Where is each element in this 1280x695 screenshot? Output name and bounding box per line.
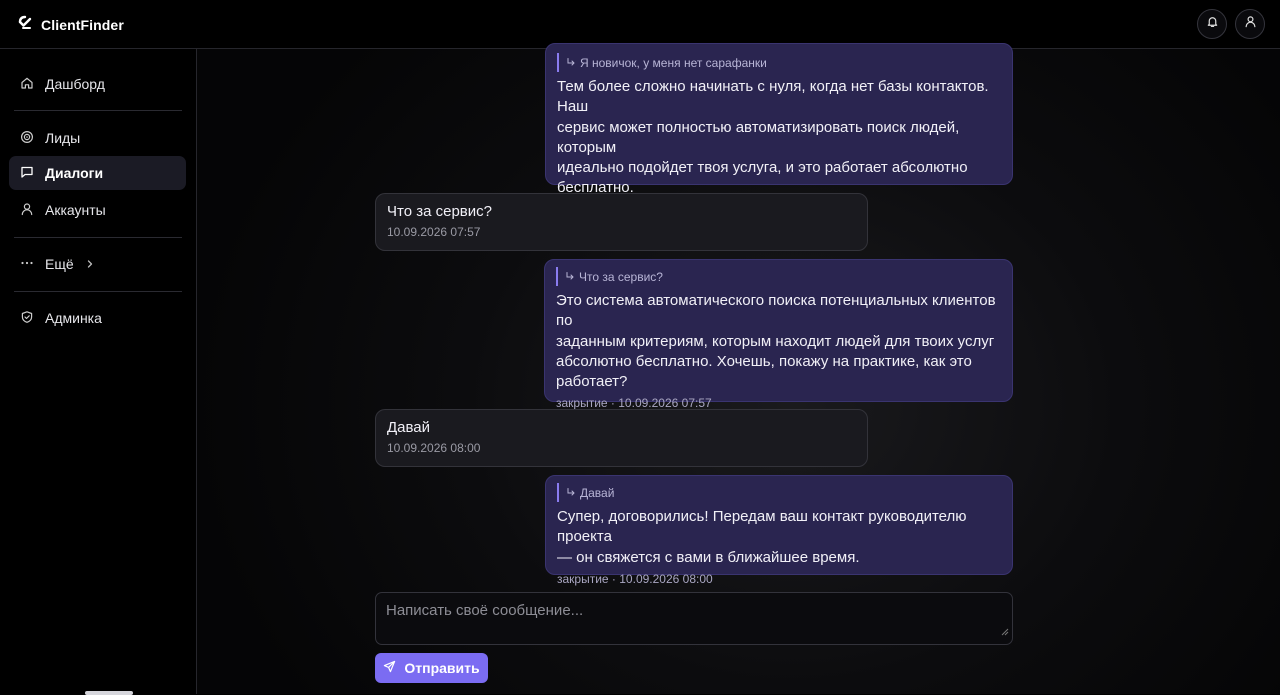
sidebar-item-dialogs[interactable]: Диалоги <box>9 156 186 190</box>
sidebar-item-label: Ещё <box>45 256 74 272</box>
reply-quote: Что за сервис? <box>556 267 1001 286</box>
sidebar-item-more[interactable]: Ещё <box>9 247 186 281</box>
more-icon <box>20 256 34 273</box>
message-outgoing: Я новичок, у меня нет сарафанки Тем боле… <box>545 43 1013 217</box>
message-text: Давай <box>387 419 431 436</box>
resize-grip-icon[interactable] <box>1001 623 1009 641</box>
message-text: Что за сервис? <box>387 203 492 220</box>
chat-icon <box>20 165 34 182</box>
send-label: Отправить <box>404 660 480 676</box>
brand[interactable]: ClientFinder <box>17 14 124 35</box>
notifications-button[interactable] <box>1197 9 1227 39</box>
chevron-right-icon <box>85 256 95 272</box>
send-button[interactable]: Отправить <box>375 653 488 683</box>
reply-quote: Давай <box>557 483 1001 502</box>
sidebar-item-label: Админка <box>45 310 102 326</box>
send-icon <box>383 660 396 676</box>
reply-quote: Я новичок, у меня нет сарафанки <box>557 53 1001 72</box>
sidebar-item-leads[interactable]: Лиды <box>9 121 186 155</box>
sidebar-item-accounts[interactable]: Аккаунты <box>9 193 186 227</box>
home-icon <box>20 76 34 93</box>
sidebar-item-dashboard[interactable]: Дашборд <box>9 67 186 101</box>
message-meta: 10.09.2026 08:00 <box>387 441 481 456</box>
message-outgoing: Давай Супер, договорились! Передам ваш к… <box>545 475 1013 586</box>
sidebar-item-label: Лиды <box>45 130 81 146</box>
target-icon <box>20 130 34 147</box>
message-meta: 10.09.2026 07:57 <box>387 225 481 240</box>
sidebar-divider <box>14 291 182 292</box>
shield-icon <box>20 310 34 327</box>
sidebar-item-label: Аккаунты <box>45 202 106 218</box>
sidebar: Дашборд Лиды Диалоги Аккаунты Ещё Админк… <box>0 49 197 694</box>
message-incoming: Что за сервис? 10.09.2026 07:57 <box>375 193 868 251</box>
sidebar-divider <box>14 237 182 238</box>
sidebar-item-admin[interactable]: Админка <box>9 301 186 335</box>
message-incoming: Давай 10.09.2026 08:00 <box>375 409 868 467</box>
message-meta: закрытие · 10.09.2026 08:00 <box>557 571 713 586</box>
brand-name: ClientFinder <box>41 16 124 33</box>
logo-icon <box>17 14 33 35</box>
chat-area: Я новичок, у меня нет сарафанки Тем боле… <box>197 43 1280 694</box>
message-outgoing: Что за сервис? Это система автоматическо… <box>544 259 1013 410</box>
message-text: Это система автоматического поиска потен… <box>556 292 996 391</box>
top-bar: ClientFinder <box>0 0 1280 49</box>
profile-button[interactable] <box>1235 9 1265 39</box>
scroll-indicator[interactable] <box>85 691 133 695</box>
sidebar-item-label: Диалоги <box>45 165 104 181</box>
message-input[interactable] <box>376 593 1012 644</box>
user-icon <box>1244 15 1257 33</box>
message-composer <box>375 592 1013 645</box>
reply-arrow-icon <box>566 486 576 500</box>
user-icon <box>20 202 34 219</box>
sidebar-divider <box>14 110 182 111</box>
message-text: Тем более сложно начинать с нуля, когда … <box>557 78 989 197</box>
reply-arrow-icon <box>565 270 575 284</box>
sidebar-item-label: Дашборд <box>45 76 105 92</box>
message-text: Супер, договорились! Передам ваш контакт… <box>557 508 967 566</box>
bell-icon <box>1206 15 1219 33</box>
reply-arrow-icon <box>566 56 576 70</box>
